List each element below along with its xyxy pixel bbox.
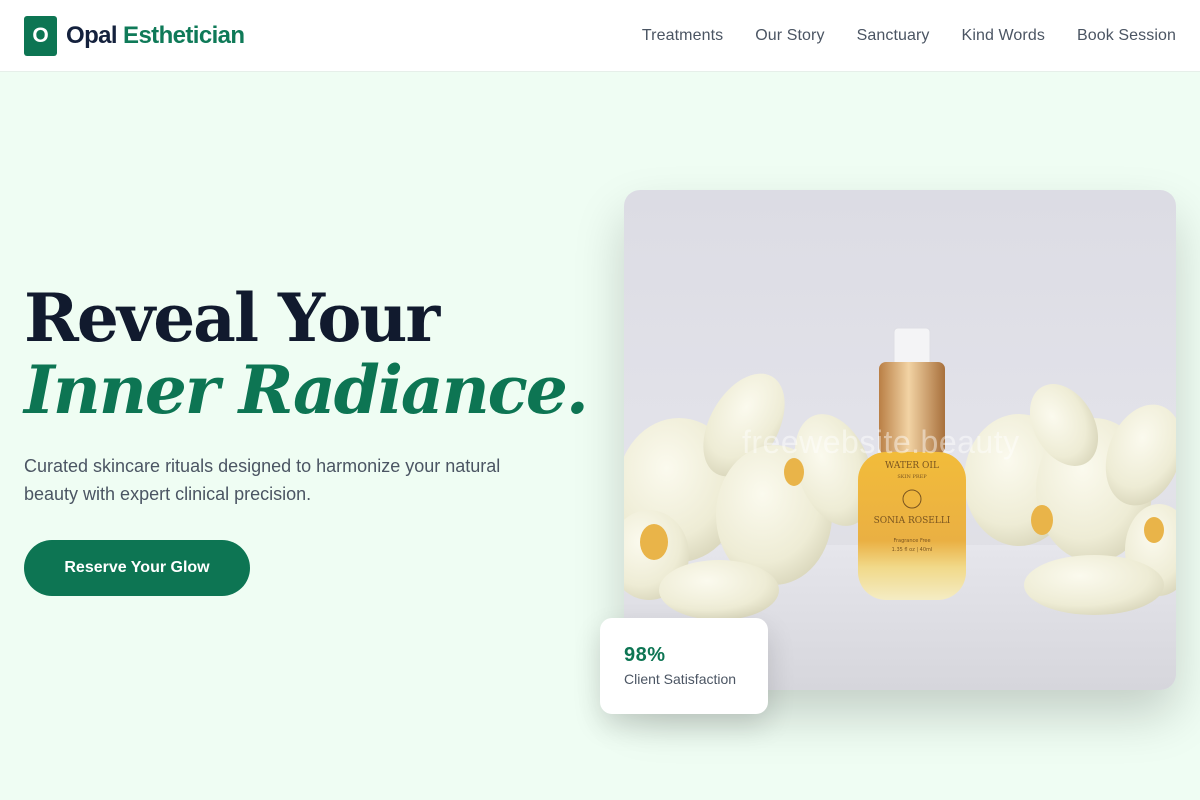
nav-link-sanctuary[interactable]: Sanctuary xyxy=(857,27,930,44)
hero-title-line2: Inner Radiance. xyxy=(24,351,589,429)
nav-link-our-story[interactable]: Our Story xyxy=(755,27,824,44)
product-photo: WATER OIL SKIN PREP SONIA ROSELLI Fragra… xyxy=(624,190,1176,690)
reserve-cta-button[interactable]: Reserve Your Glow xyxy=(24,540,250,596)
brand-name: Opal Esthetician xyxy=(66,21,245,50)
image-watermark: freewebsite.beauty xyxy=(742,424,1020,460)
hero-title-line1: Reveal Your xyxy=(24,279,440,357)
nav-link-book-session[interactable]: Book Session xyxy=(1077,27,1176,44)
nav-link-treatments[interactable]: Treatments xyxy=(642,27,723,44)
bottle-label-line2: SKIN PREP xyxy=(897,474,927,480)
logo-mark: O xyxy=(24,15,57,56)
bottle-label-line4: 1.35 fl oz | 40ml xyxy=(892,547,933,553)
stat-label: Client Satisfaction xyxy=(624,671,737,687)
nav-link-kind-words[interactable]: Kind Words xyxy=(962,27,1045,44)
bottle-label-line1: WATER OIL xyxy=(885,461,939,471)
hero-title: Reveal Your Inner Radiance. xyxy=(24,279,589,429)
brand-logo[interactable]: O Opal Esthetician xyxy=(24,15,245,56)
navbar: O Opal Esthetician Treatments Our Story … xyxy=(0,0,1200,72)
stat-value: 98% xyxy=(624,644,666,666)
hero-subtitle: Curated skincare rituals designed to har… xyxy=(24,456,501,504)
nav-menu: Treatments Our Story Sanctuary Kind Word… xyxy=(642,27,1176,45)
brand-name-part2: Esthetician xyxy=(123,21,245,49)
bottle-label-line3: Fragrance Free xyxy=(893,538,930,544)
satisfaction-stat-card: 98% Client Satisfaction xyxy=(600,618,768,714)
brand-name-part1: Opal xyxy=(66,21,118,49)
bottle-label-brand: SONIA ROSELLI xyxy=(874,516,951,526)
